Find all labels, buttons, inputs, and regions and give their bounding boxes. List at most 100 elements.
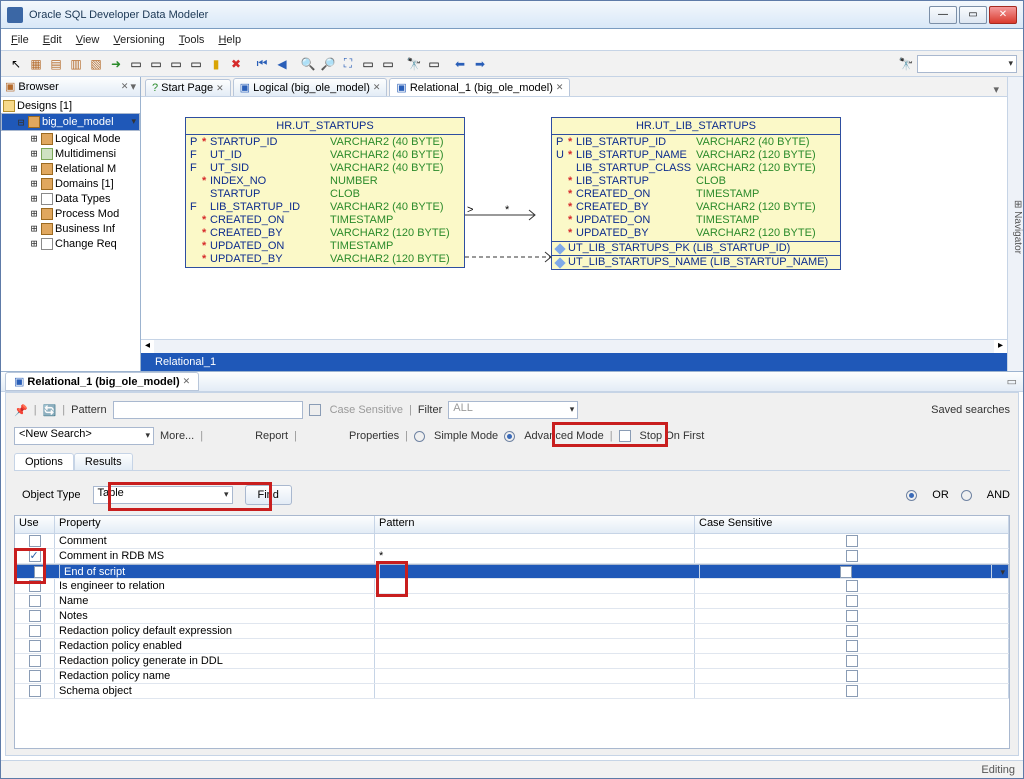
navigator-panel[interactable]: ⊞ Navigator xyxy=(1007,77,1023,371)
report-link[interactable]: Report xyxy=(255,430,288,442)
use-checkbox[interactable] xyxy=(29,580,41,592)
use-checkbox[interactable] xyxy=(29,610,41,622)
table-row[interactable]: Redaction policy enabled xyxy=(15,639,1009,654)
advanced-mode-radio[interactable] xyxy=(504,431,515,442)
close-icon[interactable]: ✕ xyxy=(121,81,129,92)
cs-checkbox[interactable] xyxy=(840,566,852,578)
expand-icon[interactable]: ⊞ xyxy=(29,132,39,145)
fit-icon[interactable]: ⛶ xyxy=(339,55,357,73)
table-row[interactable]: Is engineer to relation xyxy=(15,579,1009,594)
close-icon[interactable]: ✕ xyxy=(216,83,224,94)
tool-icon[interactable]: ▭ xyxy=(147,55,165,73)
tab-relational[interactable]: ▣ Relational_1 (big_ole_model) ✕ xyxy=(389,78,570,96)
scroll-left-icon[interactable]: ◂ xyxy=(141,340,154,353)
tool-icon[interactable]: ▭ xyxy=(379,55,397,73)
expand-icon[interactable]: ⊞ xyxy=(29,207,39,220)
pattern-cell[interactable]: * xyxy=(375,549,695,563)
back-icon[interactable]: ⬅ xyxy=(451,55,469,73)
tree-item[interactable]: ⊞Multidimensi xyxy=(1,146,140,161)
tab-logical[interactable]: ▣ Logical (big_ole_model) ✕ xyxy=(233,78,388,96)
tool-icon[interactable]: ▭ xyxy=(127,55,145,73)
col-case-sensitive[interactable]: Case Sensitive xyxy=(695,516,1009,533)
table-row[interactable]: End of script xyxy=(15,564,1009,579)
tree-item[interactable]: ⊞Data Types xyxy=(1,191,140,206)
table-row[interactable]: Notes xyxy=(15,609,1009,624)
tree-root[interactable]: Designs [1] xyxy=(1,99,140,113)
pointer-icon[interactable]: ↖ xyxy=(7,55,25,73)
table-row[interactable]: Redaction policy generate in DDL xyxy=(15,654,1009,669)
new-icon[interactable]: ▮ xyxy=(207,55,225,73)
refresh-icon[interactable]: 🔄 xyxy=(43,404,57,417)
sub-tab[interactable]: Relational_1 xyxy=(147,355,224,369)
use-checkbox[interactable] xyxy=(29,685,41,697)
cs-checkbox[interactable] xyxy=(846,550,858,562)
table-row[interactable]: Name xyxy=(15,594,1009,609)
pattern-cell[interactable] xyxy=(375,534,695,548)
tab-options[interactable]: Options xyxy=(14,453,74,470)
stop-on-first-checkbox[interactable] xyxy=(619,430,631,442)
chevron-down-icon[interactable]: ▾ xyxy=(993,83,1003,96)
prev-icon[interactable]: ◀ xyxy=(273,55,291,73)
menu-view[interactable]: View xyxy=(76,34,100,46)
minimize-panel-icon[interactable]: ▭ xyxy=(1007,375,1023,388)
menu-help[interactable]: Help xyxy=(218,34,241,46)
tree-item[interactable]: ⊞Relational M xyxy=(1,161,140,176)
grid-icon[interactable]: ▦ xyxy=(27,55,45,73)
tool-icon[interactable]: ▭ xyxy=(425,55,443,73)
close-button[interactable]: ✕ xyxy=(989,6,1017,24)
tab-results[interactable]: Results xyxy=(74,453,133,470)
tree-item[interactable]: ⊞Business Inf xyxy=(1,221,140,236)
cs-checkbox[interactable] xyxy=(846,625,858,637)
tool-icon[interactable]: ▥ xyxy=(67,55,85,73)
tab-start-page[interactable]: ? Start Page ✕ xyxy=(145,79,231,96)
use-checkbox[interactable] xyxy=(29,640,41,652)
pattern-cell[interactable] xyxy=(375,594,695,608)
properties-link[interactable]: Properties xyxy=(349,430,399,442)
tree-item[interactable]: ⊞Process Mod xyxy=(1,206,140,221)
tree-item[interactable]: ⊞Change Req xyxy=(1,236,140,251)
entity-table[interactable]: HR.UT_STARTUPS P*STARTUP_IDVARCHAR2 (40 … xyxy=(185,117,465,268)
close-icon[interactable]: ✕ xyxy=(556,82,564,93)
arrow-right-icon[interactable]: ➜ xyxy=(107,55,125,73)
cs-checkbox[interactable] xyxy=(846,580,858,592)
pattern-cell[interactable] xyxy=(375,684,695,698)
binoculars-icon[interactable]: 🔭 xyxy=(405,55,423,73)
object-type-select[interactable]: Table xyxy=(93,486,233,504)
use-checkbox[interactable] xyxy=(34,566,46,578)
cs-checkbox[interactable] xyxy=(846,595,858,607)
expand-icon[interactable]: ⊞ xyxy=(29,192,39,205)
tree-item[interactable]: ⊞Domains [1] xyxy=(1,176,140,191)
use-checkbox[interactable] xyxy=(29,550,41,562)
more-link[interactable]: More... xyxy=(160,430,194,442)
search-scope-select[interactable] xyxy=(917,55,1017,73)
expand-icon[interactable]: ⊞ xyxy=(29,222,39,235)
menu-file[interactable]: File xyxy=(11,34,29,46)
table-row[interactable]: Redaction policy name xyxy=(15,669,1009,684)
browser-tab[interactable]: ▣ Browser ✕ ▾ xyxy=(1,77,140,97)
saved-search-select[interactable]: <New Search> xyxy=(14,427,154,445)
find-button[interactable]: Find xyxy=(245,485,292,505)
tool-icon[interactable]: ▤ xyxy=(47,55,65,73)
zoom-in-icon[interactable]: 🔍 xyxy=(299,55,317,73)
col-pattern[interactable]: Pattern xyxy=(375,516,695,533)
or-radio[interactable] xyxy=(906,490,917,501)
pattern-cell[interactable] xyxy=(375,654,695,668)
pattern-cell[interactable] xyxy=(375,579,695,593)
use-checkbox[interactable] xyxy=(29,655,41,667)
cs-checkbox[interactable] xyxy=(846,685,858,697)
use-checkbox[interactable] xyxy=(29,535,41,547)
binoculars-icon[interactable]: 🔭 xyxy=(897,55,915,73)
first-icon[interactable]: ⏮ xyxy=(253,55,271,73)
expand-icon[interactable]: ⊟ xyxy=(16,116,26,129)
tool-icon[interactable]: ▭ xyxy=(359,55,377,73)
zoom-out-icon[interactable]: 🔎 xyxy=(319,55,337,73)
tree[interactable]: Designs [1] ⊟ big_ole_model ⊞Logical Mod… xyxy=(1,97,140,371)
cs-checkbox[interactable] xyxy=(846,535,858,547)
tree-model[interactable]: ⊟ big_ole_model xyxy=(1,113,140,131)
expand-icon[interactable]: ⊞ xyxy=(29,162,39,175)
pattern-input[interactable] xyxy=(113,401,303,419)
cs-checkbox[interactable] xyxy=(846,640,858,652)
forward-icon[interactable]: ➡ xyxy=(471,55,489,73)
expand-icon[interactable]: ⊞ xyxy=(29,147,39,160)
and-radio[interactable] xyxy=(961,490,972,501)
